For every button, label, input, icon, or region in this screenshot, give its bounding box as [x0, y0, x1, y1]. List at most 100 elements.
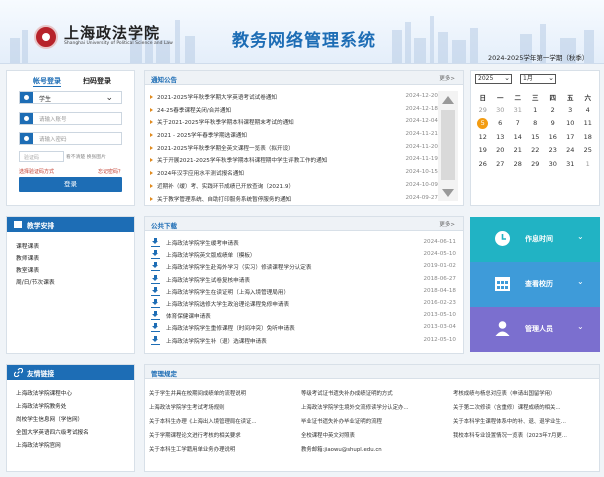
calendar-day[interactable]: 17 — [562, 133, 580, 141]
captcha-input[interactable]: 验证码 — [19, 151, 64, 162]
calendar-day[interactable]: 6 — [492, 119, 510, 127]
download-item[interactable]: 上海政法学院学生试卷复核申请表 2018-06-27 — [150, 274, 458, 287]
calendar-day-today[interactable]: 5 — [474, 118, 492, 129]
staff-tile[interactable]: 管理人员 ⌄ — [470, 307, 600, 352]
calendar-day[interactable]: 30 — [544, 160, 562, 168]
calendar-day[interactable]: 9 — [544, 119, 562, 127]
regulation-link[interactable]: 关于学期课程论文进行考核的相关要求 — [149, 431, 241, 439]
scrollbar-thumb[interactable] — [441, 110, 455, 180]
regulation-link[interactable]: 全校课程中英文对照表 — [301, 431, 355, 439]
regulation-link[interactable]: 考核成绩与杨总对应表（申请出国留学用） — [453, 389, 555, 397]
contact-email[interactable]: 教务邮箱:jiaowu@shupl.edu.cn — [301, 445, 382, 453]
calendar-day[interactable]: 13 — [492, 133, 510, 141]
notice-item[interactable]: 24-25春季课程关闭/合并通知 2024-12-18 — [150, 105, 440, 118]
password-field[interactable]: 请输入密码 — [19, 132, 122, 145]
verify-method-link[interactable]: 选择验证码方式 — [19, 168, 54, 175]
forgot-password-link[interactable]: 忘记密码？ — [98, 168, 123, 175]
login-button[interactable]: 登录 — [19, 177, 122, 192]
notice-item[interactable]: 近期补（缓）考、实践环节成绩已开放查询（2021.9） 2024-10-09 — [150, 181, 440, 194]
regulation-link[interactable]: 关于本科生工学籍用单业务办理说明 — [149, 445, 235, 453]
calendar-day[interactable]: 16 — [544, 133, 562, 141]
notice-item[interactable]: 2021-2025学年秋季学期全英文课程一览表（拟开设） 2024-11-20 — [150, 143, 440, 156]
calendar-day[interactable]: 2 — [544, 106, 562, 114]
regulation-link[interactable]: 关于学生并具在校期间成绩单的流程说明 — [149, 389, 246, 397]
notice-item-title: 关于教学管理系统、自助打印服务系统暂停服务的通知 — [157, 196, 292, 203]
course-link-period[interactable]: 周/日/节次课表 — [16, 277, 55, 286]
calendar-day[interactable]: 29 — [474, 106, 492, 114]
school-calendar-tile[interactable]: 查看校历 ⌄ — [470, 262, 600, 307]
calendar-day[interactable]: 27 — [492, 160, 510, 168]
regulation-link[interactable]: 我校本科专业设置情况一览表（2023年7月更... — [453, 431, 567, 439]
regulation-link[interactable]: 毕业证书遗失补办毕业证明的流程 — [301, 417, 382, 425]
calendar-day[interactable]: 23 — [544, 146, 562, 154]
tab-account-login[interactable]: 帐号登录 — [33, 76, 61, 87]
regulation-link[interactable]: 上海政法学院学生考试考场规则 — [149, 403, 224, 411]
calendar-day[interactable]: 4 — [579, 106, 597, 114]
friend-link[interactable]: 全国大学英语四六级考试报名 — [16, 428, 89, 436]
regulation-link[interactable]: 关于第二次修读（含重修）课程成绩的相关... — [453, 403, 561, 411]
notice-item[interactable]: 关于2021-2025学年秋季学期本科课程期末考试的通知 2024-12-04 — [150, 117, 440, 130]
calendar-day[interactable]: 31 — [562, 160, 580, 168]
download-icon-base — [151, 246, 160, 247]
year-select[interactable]: 2025 ⌄ — [475, 74, 512, 84]
username-field[interactable]: 请输入账号 — [19, 112, 122, 125]
friend-link[interactable]: 上海政法学院官网 — [16, 441, 61, 449]
notice-more-link[interactable]: 更多> — [439, 74, 455, 82]
regulation-link[interactable]: 关于本科学生课程体系中的补、退、退学业生... — [453, 417, 566, 425]
friend-link[interactable]: 上海政法学院课程中心 — [16, 389, 72, 397]
download-item[interactable]: 上海政法学院学生重修课程（时间冲突）免听申请表 2013-03-04 — [150, 323, 458, 335]
role-select[interactable]: 学生 ⌄ — [19, 91, 122, 104]
calendar-day[interactable]: 28 — [509, 160, 527, 168]
calendar-day[interactable]: 19 — [474, 146, 492, 154]
downloads-more-link[interactable]: 更多> — [439, 220, 455, 228]
calendar-day[interactable]: 1 — [579, 160, 597, 168]
regulation-link[interactable]: 等级考试证书遗失补办成绩证明的方式 — [301, 389, 393, 397]
calendar-day[interactable]: 10 — [562, 119, 580, 127]
regulation-link[interactable]: 关于本科生办理《上海出入境管理局在读证... — [149, 417, 257, 425]
download-item[interactable]: 上海政法学院学生缓考申请表 2024-06-11 — [150, 238, 458, 250]
notice-item[interactable]: 2021 - 2025学年春季学期选课通知 2024-11-21 — [150, 130, 440, 143]
course-link-room[interactable]: 教室课表 — [16, 265, 39, 274]
calendar-day[interactable]: 12 — [474, 133, 492, 141]
calendar-day[interactable]: 22 — [527, 146, 545, 154]
download-item[interactable]: 上海政法学院选修大学生政治理论课程免修申请表 2016-02-23 — [150, 298, 458, 311]
scroll-down-arrow-icon[interactable] — [442, 189, 454, 197]
calendar-day[interactable]: 8 — [527, 119, 545, 127]
bullet-arrow-icon — [150, 196, 153, 201]
tab-scan-login[interactable]: 扫码登录 — [83, 76, 111, 86]
calendar-day[interactable]: 15 — [527, 133, 545, 141]
friend-link[interactable]: 尚校学生信息网（学信网） — [16, 415, 83, 423]
calendar-day[interactable]: 24 — [562, 146, 580, 154]
download-item[interactable]: 上海政法学院学生补（退）选课程申请表 2012-05-10 — [150, 335, 458, 348]
schedule-time-tile[interactable]: 作息时间 ⌄ — [470, 217, 600, 262]
notice-item[interactable]: 2021-2025学年秋季学期大学英语考试试卷通知 2024-12-20 — [150, 92, 440, 105]
calendar-day[interactable]: 14 — [509, 133, 527, 141]
calendar-day[interactable]: 20 — [492, 146, 510, 154]
calendar-day[interactable]: 11 — [579, 119, 597, 127]
notice-item[interactable]: 关于开展2021-2025学年秋季学期本科课程期中学生评教工作的通知 2024-1… — [150, 155, 440, 168]
calendar-day[interactable]: 21 — [509, 146, 527, 154]
download-item[interactable]: 上海政法学院学生在读证明（上海入境管理局用） 2018-04-18 — [150, 286, 458, 299]
calendar-day[interactable]: 29 — [527, 160, 545, 168]
calendar-day[interactable]: 3 — [562, 106, 580, 114]
scroll-up-arrow-icon[interactable] — [442, 96, 454, 104]
download-item[interactable]: 上海政法学院英文版成绩单（模板） 2024-05-10 — [150, 250, 458, 262]
calendar-day[interactable]: 1 — [527, 106, 545, 114]
regulation-link[interactable]: 上海政法学院学生境外交流修读学分认定办... — [301, 403, 409, 411]
friend-link[interactable]: 上海政法学院教务处 — [16, 402, 66, 410]
month-select[interactable]: 1月 ⌄ — [520, 74, 556, 84]
notice-item[interactable]: 2024年汉字应用水平测试报名通知 2024-10-15 — [150, 168, 440, 181]
course-link-teacher[interactable]: 教师课表 — [16, 253, 39, 262]
calendar-day[interactable]: 7 — [509, 119, 527, 127]
calendar-day[interactable]: 31 — [509, 106, 527, 114]
weekday-label: 五 — [567, 94, 574, 102]
calendar-day[interactable]: 25 — [579, 146, 597, 154]
notice-item[interactable]: 关于教学管理系统、自助打印服务系统暂停服务的通知 2024-09-27 — [150, 194, 440, 205]
calendar-day[interactable]: 18 — [579, 133, 597, 141]
captcha-refresh-link[interactable]: 看不清楚 换张图片 — [66, 153, 106, 160]
calendar-day[interactable]: 26 — [474, 160, 492, 168]
calendar-day[interactable]: 30 — [492, 106, 510, 114]
download-item[interactable]: 体育保健课申请表 2013-05-10 — [150, 311, 458, 323]
download-item[interactable]: 上海政法学院学生赴海外学习（实习）修读课程学分认定表 2019-01-02 — [150, 262, 458, 274]
course-link-course[interactable]: 课程课表 — [16, 241, 39, 250]
